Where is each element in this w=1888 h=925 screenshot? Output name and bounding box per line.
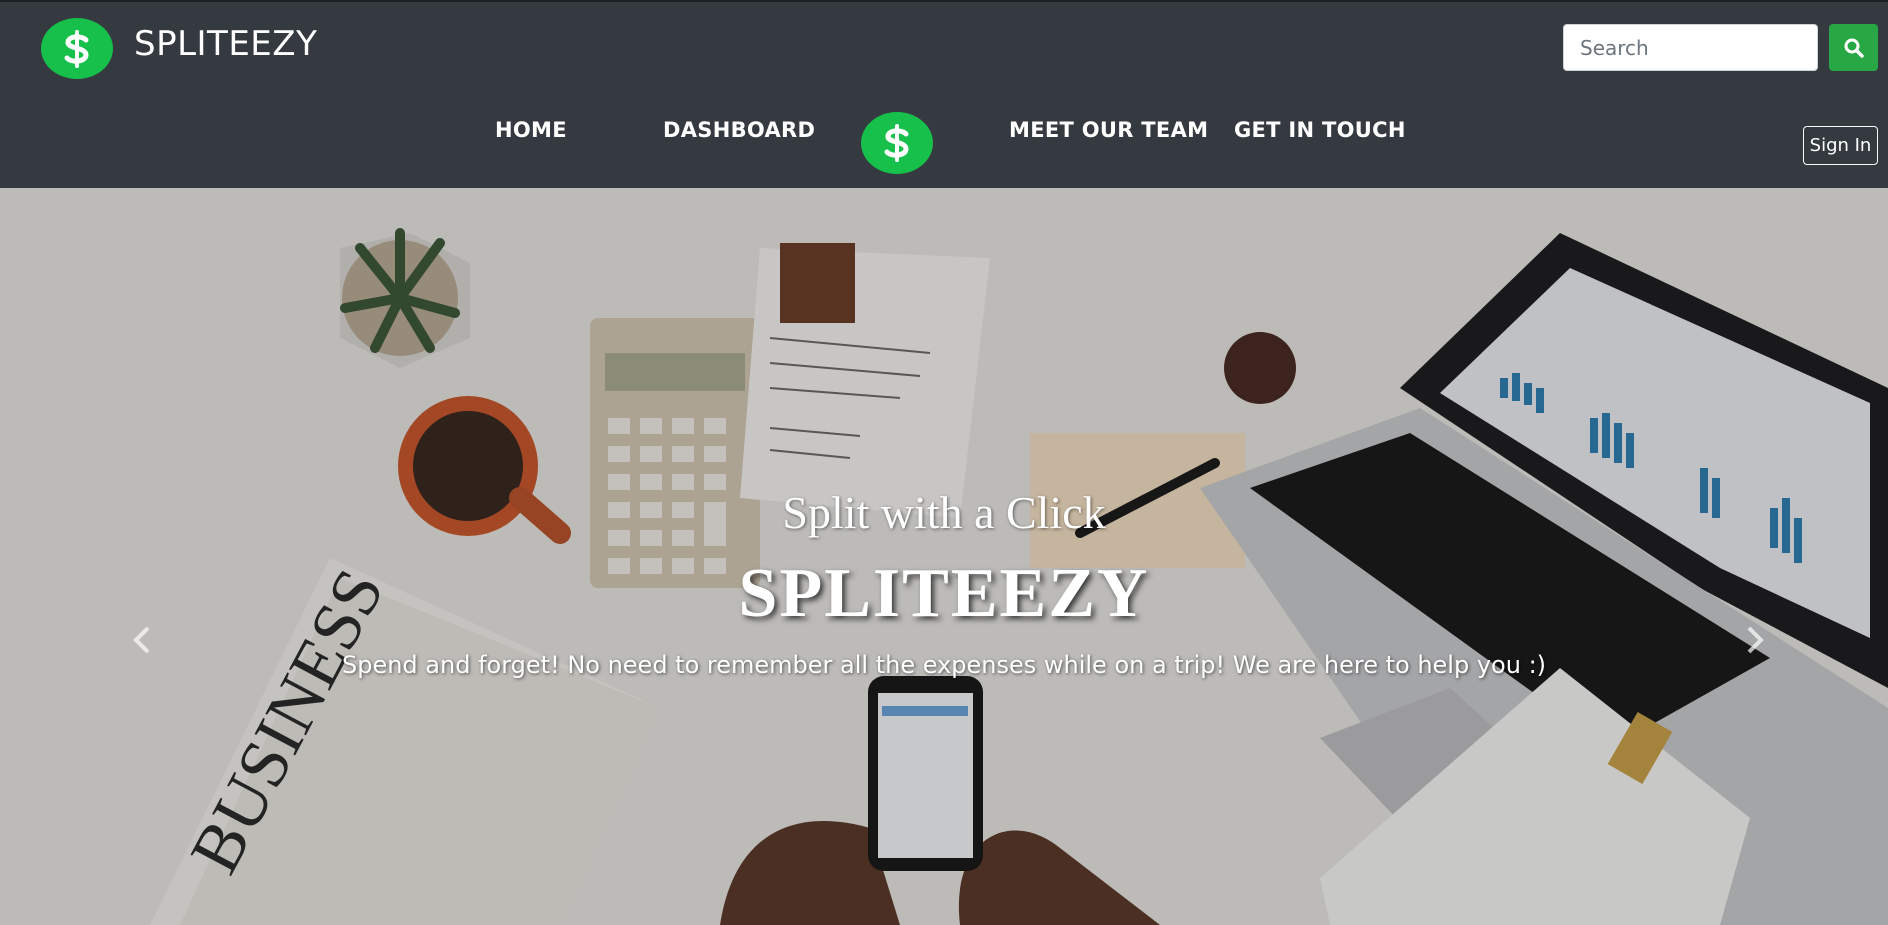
sign-in-button[interactable]: Sign In: [1803, 126, 1878, 165]
search-icon: [1844, 38, 1864, 58]
nav-center-logo[interactable]: [861, 112, 933, 174]
brand-logo[interactable]: [41, 18, 113, 79]
hero-title: SPLITEEZY: [738, 555, 1150, 632]
search-input[interactable]: [1563, 24, 1818, 71]
chevron-right-icon: [1747, 626, 1764, 654]
search-button[interactable]: [1829, 24, 1878, 71]
hero-tagline: Spend and forget! No need to remember al…: [341, 651, 1547, 679]
nav-dashboard[interactable]: DASHBOARD: [663, 118, 815, 142]
carousel-next-button[interactable]: [1735, 620, 1775, 660]
nav-home[interactable]: HOME: [495, 118, 567, 142]
brand-name[interactable]: SPLITEEZY: [134, 24, 317, 64]
chevron-left-icon: [133, 626, 150, 654]
hero-subtitle: Split with a Click: [782, 487, 1106, 538]
hero-carousel: BUSINESS Split with a Click SPLITEEZY Sp…: [0, 188, 1888, 925]
navbar: SPLITEEZY HOME DASHBOARD MEET OUR TEAM G…: [0, 0, 1888, 188]
nav-meet-our-team[interactable]: MEET OUR TEAM: [1009, 118, 1208, 142]
dollar-icon: [64, 29, 89, 68]
carousel-prev-button[interactable]: [122, 620, 162, 660]
nav-get-in-touch[interactable]: GET IN TOUCH: [1234, 118, 1406, 142]
dollar-icon: [884, 124, 909, 162]
